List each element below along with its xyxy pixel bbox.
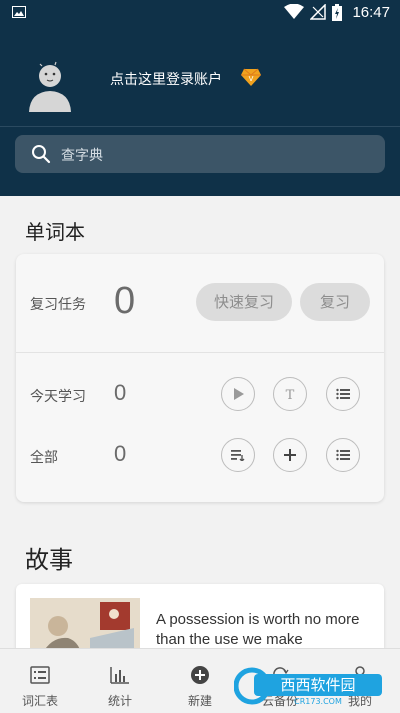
watermark-url: CR173.COM	[294, 697, 342, 706]
nav-statistics[interactable]: 统计	[80, 649, 160, 713]
quick-review-button[interactable]: 快速复习	[196, 283, 292, 321]
signal-icon	[310, 4, 326, 20]
nav-new[interactable]: 新建	[160, 649, 240, 713]
sort-list-icon	[231, 450, 245, 461]
today-study-label: 今天学习	[30, 389, 86, 405]
play-icon	[234, 388, 244, 400]
play-button[interactable]	[221, 377, 255, 411]
list-icon	[30, 666, 50, 684]
story-card[interactable]: A possession is worth no more than the u…	[16, 584, 384, 654]
row-divider	[16, 352, 384, 353]
login-link[interactable]: 点击这里登录账户	[110, 69, 222, 89]
review-task-label: 复习任务	[30, 297, 86, 313]
svg-text:T: T	[286, 388, 295, 401]
search-icon	[32, 145, 51, 164]
all-list-button[interactable]	[326, 438, 360, 472]
today-list-button[interactable]	[326, 377, 360, 411]
all-words-label: 全部	[30, 450, 58, 466]
add-word-button[interactable]	[273, 438, 307, 472]
list-icon	[336, 388, 350, 400]
review-button[interactable]: 复习	[300, 283, 370, 321]
watermark-text: 西西软件园	[280, 676, 355, 694]
avatar[interactable]	[26, 56, 76, 116]
profile-header: 点击这里登录账户 V 查字典	[0, 26, 400, 196]
header-divider	[0, 126, 400, 127]
text-t-icon: T	[286, 388, 295, 401]
story-title: 故事	[25, 546, 73, 574]
list-icon	[336, 449, 350, 461]
vip-diamond-icon[interactable]: V	[240, 66, 262, 88]
svg-text:V: V	[249, 75, 254, 83]
nav-label: 词汇表	[21, 694, 58, 708]
text-mode-button[interactable]: T	[273, 377, 307, 411]
clock: 16:47	[352, 4, 390, 21]
wifi-icon	[284, 4, 304, 19]
wordbook-card: 复习任务 0 快速复习 复习 今天学习 0 T 全部 0	[16, 254, 384, 502]
all-words-count: 0	[114, 441, 127, 466]
watermark-logo: 西西软件园 CR173.COM	[234, 667, 382, 706]
image-notification-icon	[12, 6, 26, 18]
add-circle-icon	[191, 666, 209, 684]
review-task-count: 0	[114, 280, 136, 322]
battery-charging-icon	[332, 4, 342, 21]
dictionary-search-bar[interactable]: 查字典	[15, 135, 385, 173]
chart-icon	[110, 667, 129, 684]
nav-vocabulary[interactable]: 词汇表	[0, 649, 80, 713]
story-excerpt: A possession is worth no more than the u…	[156, 611, 360, 648]
plus-icon	[284, 449, 296, 461]
wordbook-title: 单词本	[25, 220, 85, 244]
sort-button[interactable]	[221, 438, 255, 472]
nav-label: 新建	[187, 694, 212, 708]
today-study-count: 0	[114, 380, 127, 405]
status-bar: 16:47	[0, 0, 400, 26]
story-illustration	[30, 598, 140, 654]
nav-label: 统计	[107, 694, 132, 708]
search-placeholder: 查字典	[61, 148, 103, 164]
